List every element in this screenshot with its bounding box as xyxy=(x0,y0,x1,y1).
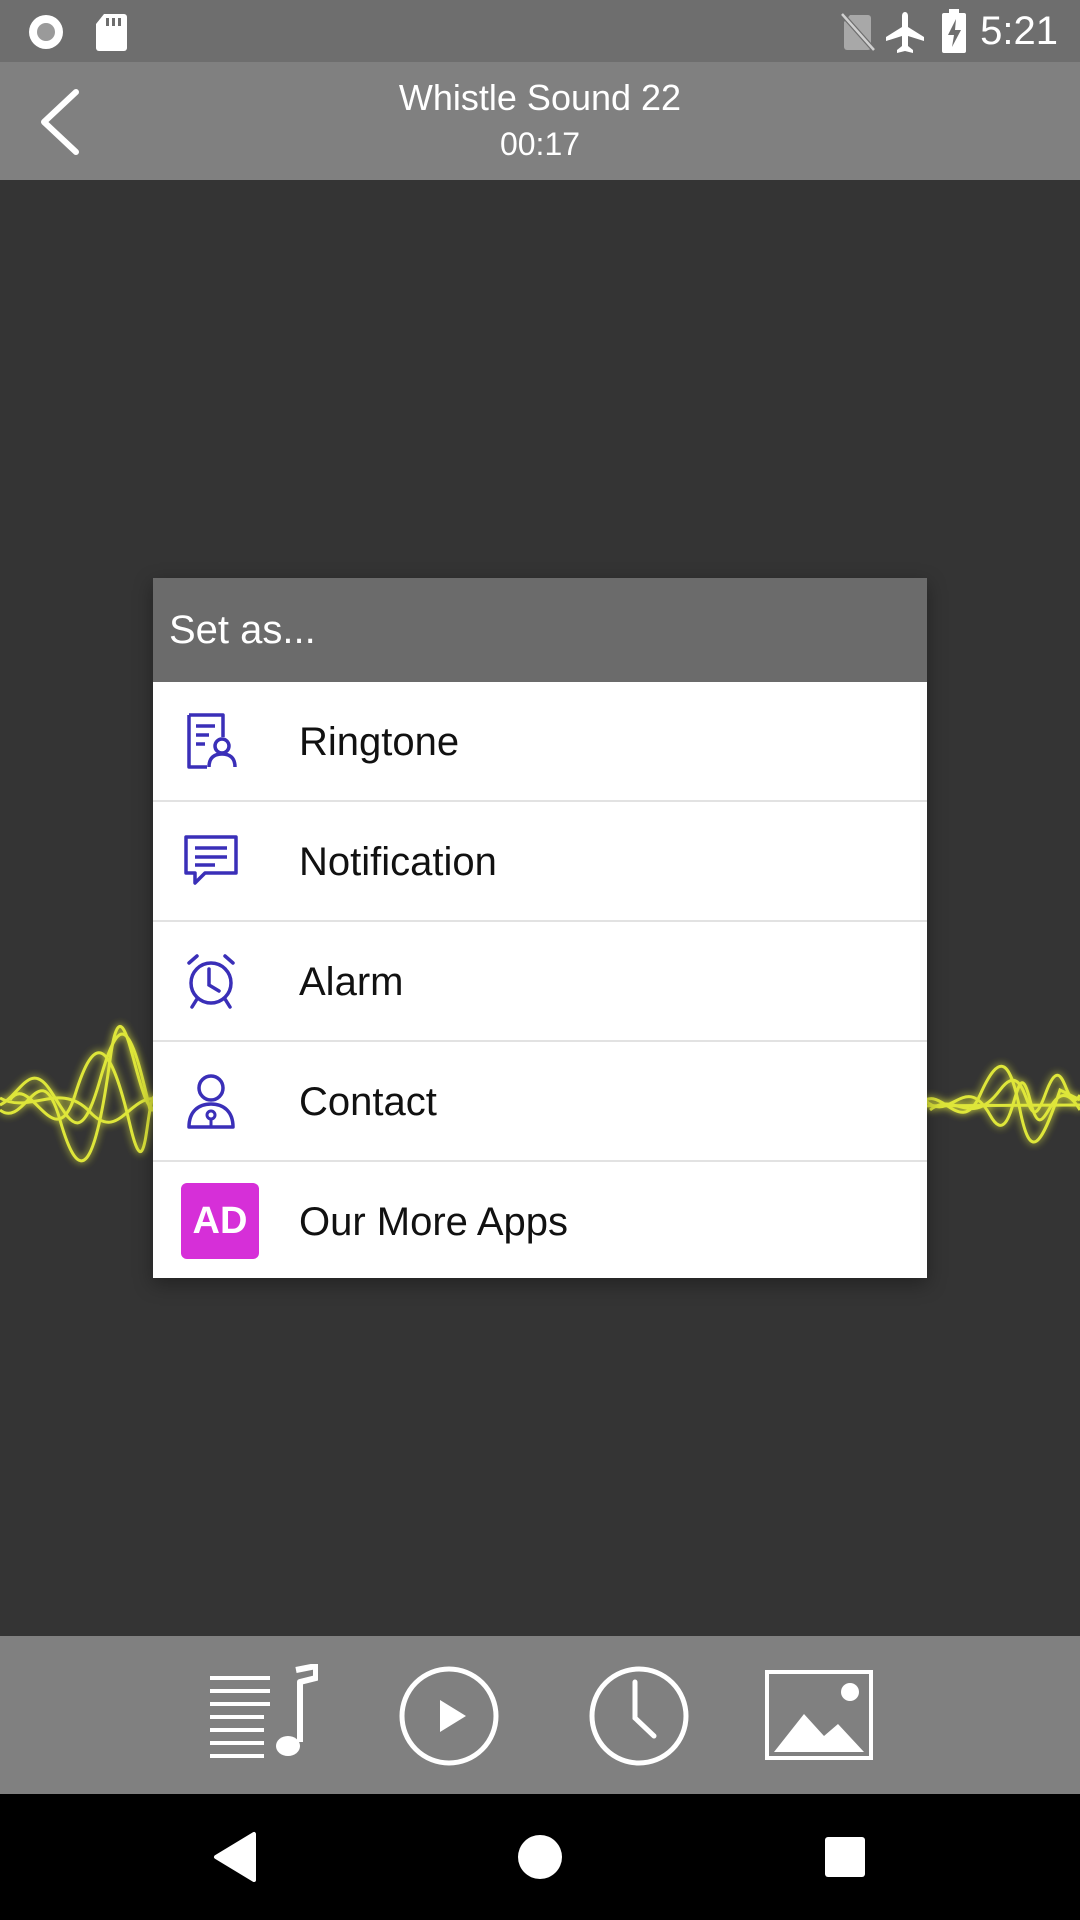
menu-item-notification[interactable]: Notification xyxy=(153,802,927,922)
alarm-clock-icon xyxy=(187,954,235,1009)
menu-item-label: Our More Apps xyxy=(299,1200,569,1244)
screen: 5:21 Whistle Sound 22 00:17 Set as... Ri… xyxy=(0,0,1080,1920)
dialog-header: Set as... xyxy=(153,578,927,682)
ad-badge-icon: AD xyxy=(181,1183,259,1259)
status-bar: 5:21 xyxy=(0,0,1080,62)
title-bar: Whistle Sound 22 00:17 xyxy=(0,62,1080,180)
menu-item-alarm[interactable]: Alarm xyxy=(153,922,927,1042)
status-time: 5:21 xyxy=(980,9,1058,53)
chat-bubble-icon xyxy=(184,835,238,885)
menu-item-ringtone[interactable]: Ringtone xyxy=(153,682,927,802)
airplane-icon xyxy=(886,12,924,53)
playlist-icon[interactable] xyxy=(208,1664,318,1768)
nav-home-icon[interactable] xyxy=(505,1822,575,1892)
menu-item-more-apps[interactable]: AD Our More Apps xyxy=(153,1162,927,1280)
record-icon xyxy=(29,15,63,49)
menu-item-label: Alarm xyxy=(299,960,404,1004)
track-duration: 00:17 xyxy=(499,126,581,162)
menu-item-contact[interactable]: Contact xyxy=(153,1042,927,1162)
no-sim-icon xyxy=(840,12,876,52)
contact-person-icon xyxy=(187,1074,235,1129)
menu-item-label: Contact xyxy=(299,1080,437,1124)
dialog-title: Set as... xyxy=(169,608,316,652)
menu-item-label: Notification xyxy=(299,840,497,884)
bottom-toolbar xyxy=(0,1636,1080,1794)
menu-item-label: Ringtone xyxy=(299,720,460,764)
wallpaper-image-icon[interactable] xyxy=(764,1664,874,1768)
page-title: Whistle Sound 22 xyxy=(398,77,682,118)
play-icon[interactable] xyxy=(394,1664,504,1768)
battery-charging-icon xyxy=(942,9,966,53)
sd-card-icon xyxy=(96,14,127,51)
system-nav-bar xyxy=(0,1794,1080,1920)
nav-recents-icon[interactable] xyxy=(810,1822,880,1892)
nav-back-icon[interactable] xyxy=(200,1822,270,1892)
clock-icon[interactable] xyxy=(584,1664,694,1768)
ringtone-contact-card-icon xyxy=(187,713,237,769)
set-as-dialog: Set as... Ringtone Notification Alarm Co… xyxy=(153,578,927,1278)
